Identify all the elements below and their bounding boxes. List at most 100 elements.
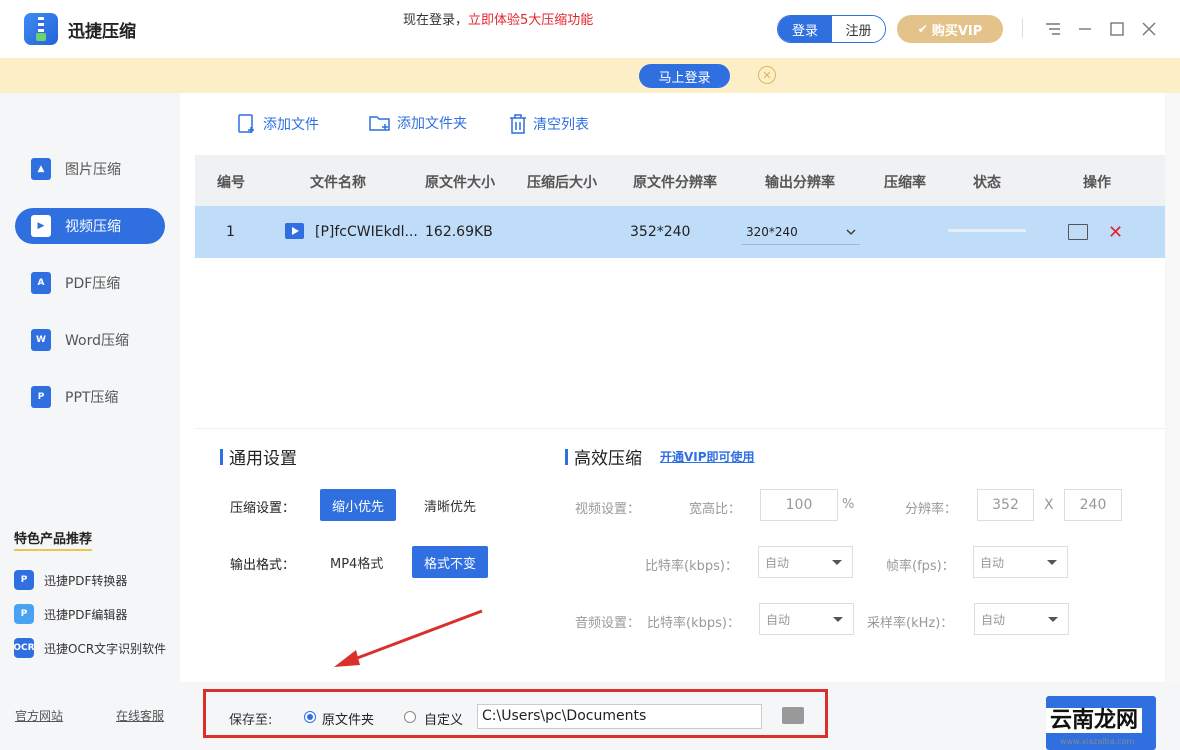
- caret-down-icon: [833, 616, 843, 622]
- add-folder-button[interactable]: 添加文件夹: [368, 113, 467, 133]
- online-service-link[interactable]: 在线客服: [116, 707, 164, 724]
- add-folder-label: 添加文件夹: [397, 116, 467, 132]
- cell-size: 162.69KB: [425, 224, 493, 240]
- open-folder-icon[interactable]: [1068, 224, 1088, 240]
- video-bitrate-value: 自动: [765, 555, 790, 570]
- notice-highlight: 立即体验5大压缩功能: [468, 13, 594, 28]
- output-resolution-value: 320*240: [746, 224, 798, 239]
- close-icon[interactable]: [1138, 18, 1160, 40]
- column-header: 原文件分辨率: [633, 175, 717, 191]
- recommend-pdf-editor[interactable]: P 迅捷PDF编辑器: [14, 604, 127, 624]
- custom-folder-radio[interactable]: [404, 711, 416, 723]
- cell-orig-res: 352*240: [630, 224, 691, 240]
- caret-down-icon: [832, 559, 842, 565]
- sidebar-item-image[interactable]: ▲ 图片压缩: [15, 151, 165, 187]
- clarity-first-button[interactable]: 清晰优先: [412, 489, 488, 521]
- image-compress-icon: ▲: [31, 158, 51, 180]
- column-header: 压缩率: [884, 175, 926, 191]
- recommend-label: 迅捷PDF编辑器: [44, 607, 128, 622]
- login-notice-bar: [0, 58, 1180, 93]
- column-header: 文件名称: [310, 175, 366, 191]
- menu-icon[interactable]: [1042, 18, 1064, 40]
- original-folder-label: 原文件夹: [322, 713, 375, 728]
- app-title: 迅捷压缩: [68, 22, 136, 42]
- settings-divider: [195, 428, 1165, 429]
- sidebar-item-pdf[interactable]: A PDF压缩: [15, 265, 165, 301]
- keep-format-button[interactable]: 格式不变: [412, 546, 489, 578]
- general-title-text: 通用设置: [229, 449, 297, 469]
- pdf-compress-icon: A: [31, 272, 51, 294]
- original-folder-radio[interactable]: [304, 711, 316, 723]
- video-bitrate-label: 比特率(kbps)：: [645, 559, 738, 574]
- vip-icon: ✔: [917, 22, 928, 36]
- watermark-url: www.xiazaiba.com: [1060, 737, 1135, 746]
- percent-unit: %: [842, 497, 855, 512]
- clear-list-button[interactable]: 清空列表: [508, 113, 589, 135]
- mp4-format-button[interactable]: MP4格式: [318, 546, 395, 578]
- pdf-editor-icon: P: [14, 604, 34, 624]
- sidebar-item-video[interactable]: ▶ 视频压缩: [15, 208, 165, 244]
- cell-number: 1: [226, 224, 235, 240]
- sidebar-item-ppt[interactable]: P PPT压缩: [15, 379, 165, 415]
- notice-text: 现在登录，立即体验5大压缩功能: [403, 9, 593, 28]
- fps-value: 自动: [980, 555, 1005, 570]
- login-button[interactable]: 登录: [778, 16, 832, 42]
- cell-filename: [P]fcCWIEkdl...: [315, 224, 418, 240]
- video-file-icon: [285, 223, 304, 239]
- video-compress-icon: ▶: [31, 215, 51, 237]
- trash-icon: [510, 114, 526, 134]
- smaller-first-button[interactable]: 缩小优先: [320, 489, 397, 521]
- section-marker: [565, 448, 568, 465]
- clear-list-label: 清空列表: [533, 117, 589, 133]
- notice-close-icon[interactable]: ✕: [758, 66, 776, 84]
- recommend-pdf-converter[interactable]: P 迅捷PDF转换器: [14, 570, 127, 590]
- sidebar-item-label: 图片压缩: [65, 162, 121, 178]
- section-marker: [220, 448, 223, 465]
- audio-bitrate-select[interactable]: 自动: [759, 603, 854, 635]
- maximize-icon[interactable]: [1106, 18, 1128, 40]
- aspect-ratio-input[interactable]: 100: [760, 489, 838, 521]
- sidebar-item-word[interactable]: W Word压缩: [15, 322, 165, 358]
- notice-prefix: 现在登录，: [403, 13, 469, 28]
- fps-label: 帧率(fps)：: [886, 559, 955, 574]
- sample-rate-value: 自动: [981, 612, 1006, 627]
- auth-toggle: 登录 注册: [777, 15, 886, 43]
- aspect-ratio-label: 宽高比：: [689, 502, 742, 517]
- sidebar-item-label: Word压缩: [65, 333, 129, 349]
- video-bitrate-select[interactable]: 自动: [758, 546, 853, 578]
- ocr-icon: OCR: [13, 638, 35, 658]
- advanced-settings-title: 高效压缩: [565, 444, 642, 469]
- buy-vip-label: 购买VIP: [931, 23, 983, 39]
- chevron-down-icon: [846, 229, 856, 235]
- column-header: 输出分辨率: [765, 175, 835, 191]
- minimize-icon[interactable]: [1074, 18, 1096, 40]
- audio-bitrate-label: 比特率(kbps)：: [647, 616, 740, 631]
- window-controls-divider: [1022, 18, 1023, 38]
- delete-icon[interactable]: ✕: [1108, 222, 1123, 243]
- register-button[interactable]: 注册: [832, 16, 885, 42]
- audio-bitrate-value: 自动: [766, 612, 791, 627]
- recommend-label: 迅捷PDF转换器: [44, 573, 128, 588]
- fps-select[interactable]: 自动: [973, 546, 1068, 578]
- recommend-title: 特色产品推荐: [14, 531, 93, 551]
- column-header: 原文件大小: [425, 175, 495, 191]
- browse-folder-icon[interactable]: [782, 707, 804, 724]
- watermark: 云南龙网: [1046, 702, 1143, 734]
- add-folder-icon: [369, 116, 390, 131]
- login-now-button[interactable]: 马上登录: [639, 64, 730, 88]
- official-site-link[interactable]: 官方网站: [15, 707, 63, 724]
- buy-vip-button[interactable]: ✔ 购买VIP: [897, 15, 1003, 43]
- resolution-label: 分辨率：: [905, 502, 958, 517]
- add-file-label: 添加文件: [263, 117, 319, 133]
- recommend-ocr[interactable]: OCR 迅捷OCR文字识别软件: [13, 638, 166, 658]
- open-vip-link[interactable]: 开通VIP即可使用: [660, 448, 755, 465]
- sample-rate-select[interactable]: 自动: [974, 603, 1069, 635]
- save-path-input[interactable]: C:\Users\pc\Documents: [477, 704, 762, 729]
- resolution-height-input[interactable]: 240: [1064, 489, 1122, 521]
- resolution-width-input[interactable]: 352: [977, 489, 1034, 521]
- audio-setting-label: 音频设置：: [575, 616, 641, 631]
- column-header: 压缩后大小: [527, 175, 597, 191]
- output-resolution-select[interactable]: 320*240: [742, 219, 860, 245]
- add-file-button[interactable]: 添加文件: [236, 113, 319, 135]
- scrollbar[interactable]: [1166, 93, 1180, 682]
